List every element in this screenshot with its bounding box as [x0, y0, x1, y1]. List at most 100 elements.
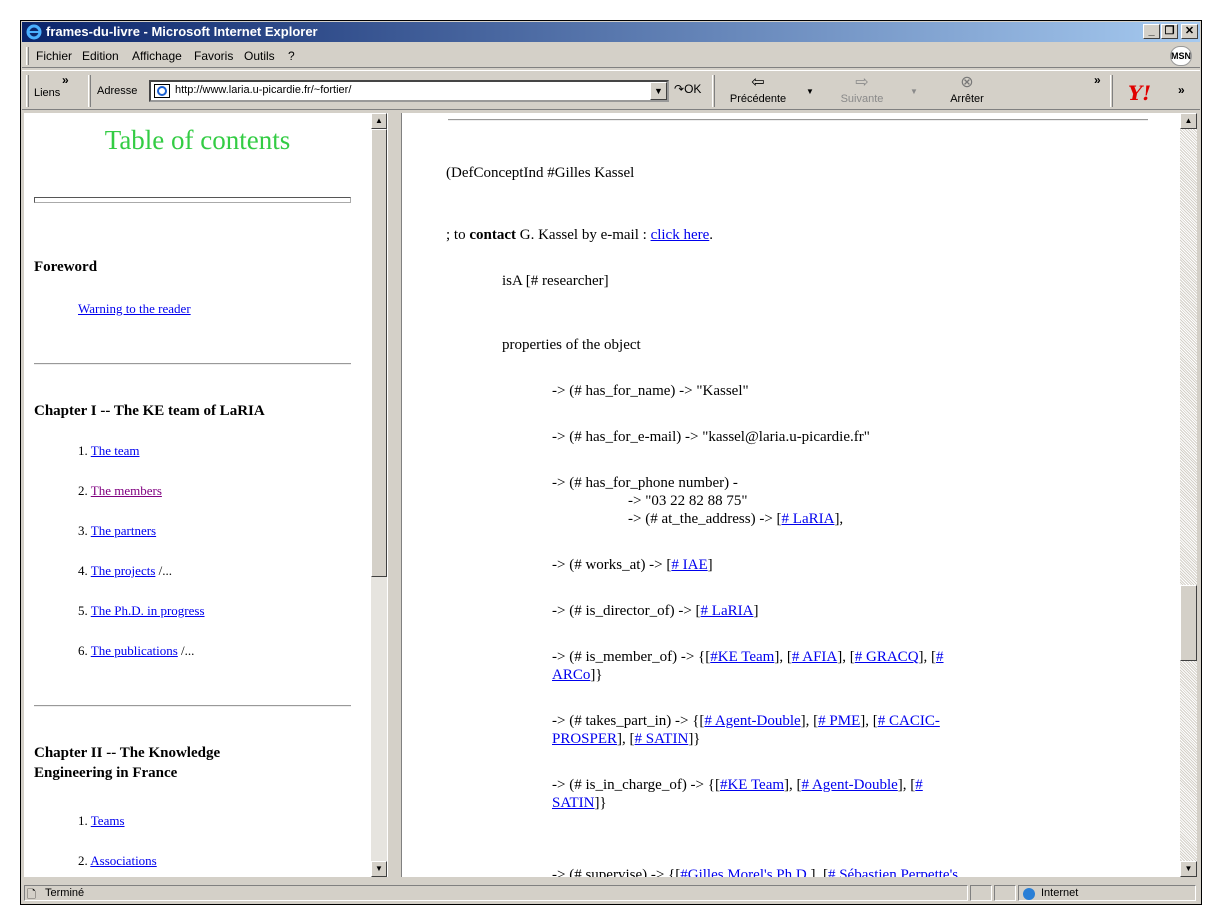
menu-grip[interactable] [26, 47, 29, 65]
associations-link[interactable]: Associations [90, 853, 156, 868]
item-number: 1. [78, 443, 91, 458]
satin-charge-link-part1[interactable]: # [915, 777, 923, 793]
close-button[interactable]: ✕ [1181, 24, 1198, 39]
content-scrollbar[interactable]: ▲ ▼ [1180, 113, 1197, 877]
back-button[interactable]: ⇦ Précédente [718, 75, 798, 107]
links-label[interactable]: Liens [34, 87, 60, 99]
member-sep: ], [ [837, 649, 855, 665]
member-line: -> (# is_member_of) -> {[#KE Team], [# A… [552, 649, 944, 666]
item-number: 3. [78, 523, 91, 538]
toolbar-chevron-icon[interactable]: » [1094, 73, 1101, 87]
back-dropdown-icon[interactable]: ▼ [806, 87, 814, 96]
the-partners-link[interactable]: The partners [91, 523, 156, 538]
gilles-morel-link[interactable]: #Gilles Morel's Ph.D. [680, 867, 810, 877]
afia-link[interactable]: # AFIA [792, 649, 837, 665]
laria-director-link[interactable]: # LaRIA [701, 603, 754, 619]
phone-line: -> (# has_for_phone number) - [552, 475, 738, 491]
go-label: OK [684, 82, 702, 96]
the-members-link[interactable]: The members [91, 483, 162, 498]
scrollbar-thumb[interactable] [1180, 585, 1197, 661]
agent-double-charge-link[interactable]: # Agent-Double [802, 777, 898, 793]
cacic-prosper-link[interactable]: PROSPER [552, 731, 617, 747]
perpette-link[interactable]: # Sébastien Perpette's [828, 867, 958, 877]
forward-button[interactable]: ⇨ Suivante [822, 75, 902, 107]
menu-help[interactable]: ? [288, 49, 295, 63]
item-number: 4. [78, 563, 91, 578]
pme-link[interactable]: # PME [818, 713, 860, 729]
in-charge-line: -> (# is_in_charge_of) -> {[#KE Team], [… [552, 777, 923, 794]
def-concept-line: (DefConceptInd #Gilles Kassel [446, 165, 635, 181]
takes-part-line: -> (# takes_part_in) -> {[# Agent-Double… [552, 713, 940, 730]
the-projects-link[interactable]: The projects [91, 563, 156, 578]
cacic-link-part1[interactable]: # CACIC- [878, 713, 940, 729]
address-line: -> (# at_the_address) -> [# LaRIA], [628, 511, 843, 528]
status-bar: 🗋 Terminé Internet [22, 883, 1200, 903]
phd-link[interactable]: The Ph.D. in progress [91, 603, 205, 618]
menu-favoris[interactable]: Favoris [194, 49, 233, 63]
address-input[interactable]: http://www.laria.u-picardie.fr/~fortier/ [149, 80, 669, 102]
supervise-pre: -> (# supervise) -> {[ [552, 867, 681, 877]
yahoo-grip[interactable] [1110, 75, 1113, 107]
scroll-down-icon[interactable]: ▼ [1180, 861, 1197, 877]
the-team-link[interactable]: The team [91, 443, 140, 458]
minimize-button[interactable]: _ [1143, 24, 1160, 39]
toc-divider [34, 197, 351, 203]
content-frame: (DefConceptInd #Gilles Kassel ; to conta… [402, 113, 1180, 877]
back-arrow-icon: ⇦ [751, 74, 765, 91]
gracq-link[interactable]: # GRACQ [855, 649, 919, 665]
takes-pre: -> (# takes_part_in) -> {[ [552, 713, 705, 729]
publications-link[interactable]: The publications [91, 643, 178, 658]
supervise-line: -> (# supervise) -> {[#Gilles Morel's Ph… [552, 867, 958, 877]
chapter1-heading: Chapter I -- The KE team of LaRIA [34, 403, 265, 419]
item-number: 6. [78, 643, 91, 658]
teams-link[interactable]: Teams [91, 813, 125, 828]
address-dropdown-icon[interactable]: ▼ [650, 82, 667, 100]
restore-button[interactable]: ❐ [1161, 24, 1178, 39]
item-number: 1. [78, 813, 91, 828]
arco-link[interactable]: ARCo [552, 667, 590, 683]
stop-button[interactable]: ⊗ Arrêter [927, 75, 1007, 107]
charge-sep: ], [ [897, 777, 916, 793]
works-post: ] [707, 557, 713, 573]
yahoo-logo-icon[interactable]: Y! [1128, 81, 1151, 105]
satin-link[interactable]: # SATIN [635, 731, 689, 747]
menu-fichier[interactable]: Fichier [36, 49, 72, 63]
scrollbar-thumb[interactable] [371, 129, 387, 577]
agent-double-link[interactable]: # Agent-Double [704, 713, 800, 729]
scroll-up-icon[interactable]: ▲ [1180, 113, 1197, 129]
iae-link[interactable]: # IAE [671, 557, 707, 573]
laria-link[interactable]: # LaRIA [782, 511, 835, 527]
takes-sep: ], [ [800, 713, 819, 729]
go-arrow-icon: ↷ [674, 82, 685, 96]
browser-window: frames-du-livre - Microsoft Internet Exp… [20, 20, 1202, 905]
frame-splitter[interactable] [387, 113, 402, 877]
address-grip[interactable] [88, 75, 91, 107]
scroll-down-icon[interactable]: ▼ [371, 861, 387, 877]
menu-affichage[interactable]: Affichage [132, 49, 182, 63]
yahoo-chevron-icon[interactable]: » [1178, 83, 1185, 97]
page-done-icon: 🗋 [27, 889, 36, 901]
back-label: Précédente [729, 93, 787, 105]
list-item: 1. The team [78, 443, 140, 459]
toc-scrollbar[interactable]: ▲ ▼ [371, 113, 387, 877]
click-here-link[interactable]: click here [651, 227, 710, 243]
menu-edition[interactable]: Edition [82, 49, 119, 63]
satin-charge-link[interactable]: SATIN [552, 795, 595, 811]
menu-outils[interactable]: Outils [244, 49, 275, 63]
address-label: Adresse [97, 85, 138, 97]
scroll-up-icon[interactable]: ▲ [371, 113, 387, 129]
ke-team-link[interactable]: #KE Team [710, 649, 774, 665]
go-button[interactable]: ↷OK [674, 82, 701, 96]
ke-team-charge-link[interactable]: #KE Team [720, 777, 784, 793]
links-chevron-icon[interactable]: » [62, 73, 69, 87]
title-bar[interactable]: frames-du-livre - Microsoft Internet Exp… [22, 22, 1200, 42]
forward-dropdown-icon[interactable]: ▼ [910, 87, 918, 96]
item-number: 2. [78, 483, 91, 498]
warning-link[interactable]: Warning to the reader [78, 301, 191, 316]
arco-link-part1[interactable]: # [936, 649, 944, 665]
item-suffix: /... [177, 643, 195, 658]
links-grip[interactable] [26, 75, 29, 107]
foreword-heading: Foreword [34, 259, 98, 275]
nav-grip[interactable] [712, 75, 715, 107]
zone-cell: Internet [1018, 885, 1196, 901]
